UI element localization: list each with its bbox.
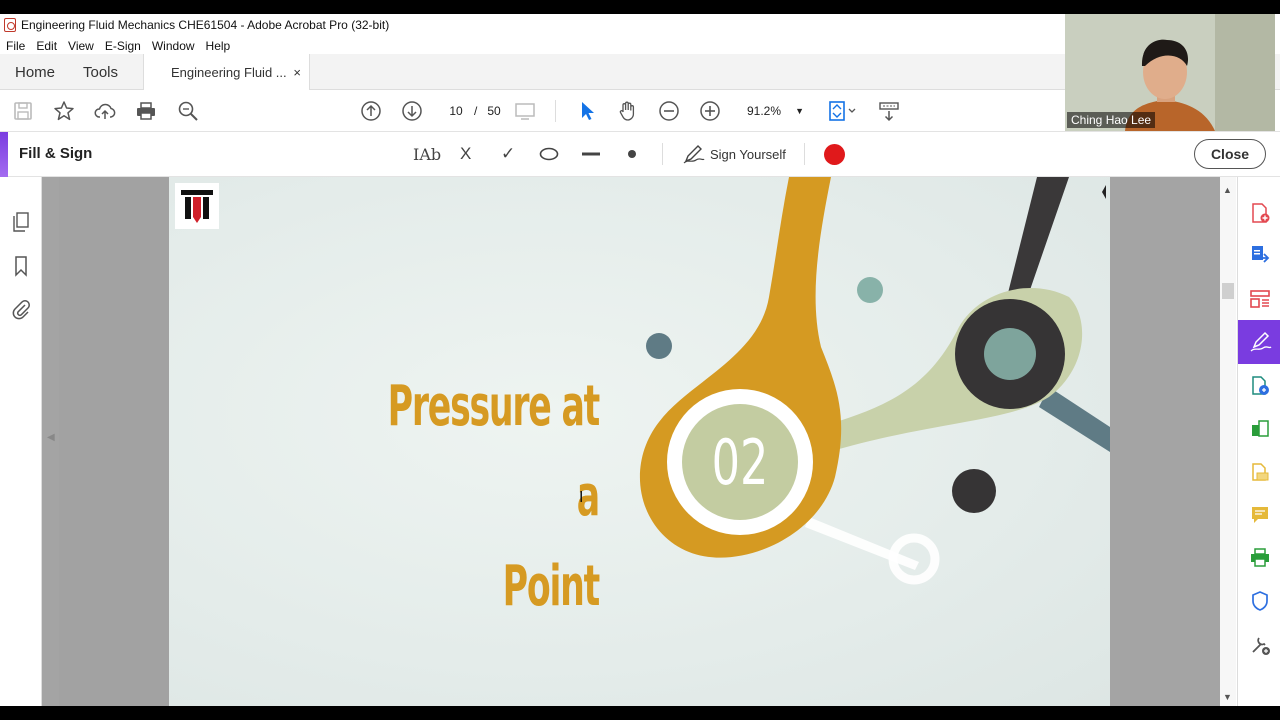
export-pdf-icon[interactable] [1248,243,1272,267]
close-tab-icon[interactable]: × [293,65,301,80]
page-separator: / [474,104,478,118]
protect-icon[interactable] [1248,589,1272,613]
comment-icon[interactable] [1248,503,1272,527]
page-count: / 50 [474,100,501,122]
read-mode-icon[interactable] [877,99,901,123]
slide-title-line-2: Point [502,554,601,619]
window-title: Engineering Fluid Mechanics CHE61504 - A… [21,18,390,32]
slide-title-line-1: Pressure at a [387,374,601,529]
page-thumbnails-icon[interactable] [11,211,31,233]
menu-file[interactable]: File [6,39,25,53]
fit-page-icon[interactable] [826,99,858,123]
circle-tool-icon[interactable] [539,143,559,165]
scroll-down-icon[interactable]: ▼ [1223,692,1232,702]
sign-yourself-button[interactable]: Sign Yourself [683,143,786,165]
tab-home[interactable]: Home [15,54,55,90]
page-number-input[interactable]: 10 [441,100,471,122]
tab-tools[interactable]: Tools [83,54,118,90]
line-tool-icon[interactable] [582,143,600,165]
vertical-scrollbar[interactable]: ▲ ▼ [1220,177,1236,706]
bookmarks-icon[interactable] [11,255,31,277]
menu-edit[interactable]: Edit [36,39,57,53]
find-zoom-icon[interactable] [176,99,200,123]
add-text-icon[interactable]: IAb [413,143,441,165]
menu-esign[interactable]: E-Sign [105,39,141,53]
fill-sign-divider-2 [804,143,805,165]
document-view[interactable]: ◀ 02 Pressure at a Point I [42,177,1220,706]
tab-document-label: Engineering Fluid ... [171,65,287,80]
slide-graphic: 02 [639,177,1110,585]
tools-pane [1237,177,1280,706]
presentation-mode-icon[interactable] [513,99,537,123]
fill-sign-divider [662,143,663,165]
scan-icon[interactable] [1248,460,1272,484]
zoom-level-select[interactable]: 91.2% ▼ [740,100,810,122]
menu-help[interactable]: Help [206,39,231,53]
cloud-upload-icon[interactable] [93,99,117,123]
hand-tool-icon[interactable] [616,99,640,123]
attachments-icon[interactable] [11,298,31,320]
close-fill-sign-button[interactable]: Close [1194,139,1266,169]
previous-page-icon[interactable] [359,99,383,123]
create-pdf-icon[interactable] [1248,201,1272,225]
select-cursor-icon[interactable] [575,99,599,123]
acrobat-app-icon [4,18,16,32]
zoom-out-icon[interactable] [657,99,681,123]
more-tools-icon[interactable] [1248,633,1272,657]
organize-pages-icon[interactable] [1248,287,1272,311]
toolbar-divider [555,100,556,122]
zoom-value: 91.2% [747,104,782,118]
dot-tool-icon[interactable] [627,143,637,165]
slide-title: Pressure at a Point [370,362,601,632]
menu-window[interactable]: Window [152,39,195,53]
participant-name: Ching Hao Lee [1067,112,1156,128]
cross-mark-icon[interactable]: X [460,143,471,165]
section-number: 02 [712,427,769,499]
chevron-down-icon: ▼ [795,106,804,116]
total-pages: 50 [487,104,501,118]
left-navigation-pane [0,177,42,706]
edit-pdf-icon[interactable] [1248,374,1272,398]
menu-view[interactable]: View [68,39,94,53]
text-cursor-icon: I [579,489,584,506]
university-logo [175,183,219,229]
fill-sign-toolbar: Fill & Sign IAb X ✓ Sign Yourself Close [0,132,1280,177]
fill-sign-accent [0,132,8,177]
star-icon[interactable] [52,99,76,123]
sign-yourself-label: Sign Yourself [710,146,786,162]
tab-document[interactable]: Engineering Fluid ... × [143,54,310,91]
zoom-in-icon[interactable] [698,99,722,123]
fill-sign-title: Fill & Sign [19,145,93,162]
next-page-icon[interactable] [400,99,424,123]
scroll-up-icon[interactable]: ▲ [1223,185,1232,195]
pdf-page[interactable]: 02 Pressure at a Point I [169,177,1110,706]
collapse-pane-icon[interactable]: ◀ [47,432,55,443]
webcam-video: Ching Hao Lee [1065,14,1275,131]
save-icon[interactable] [11,99,35,123]
color-picker-button[interactable] [824,144,845,165]
check-mark-icon[interactable]: ✓ [501,143,515,165]
fill-sign-icon[interactable] [1238,320,1280,364]
pen-sign-icon [683,145,705,164]
compress-pdf-icon[interactable] [1248,417,1272,441]
scrollbar-thumb[interactable] [1222,283,1234,299]
print-icon[interactable] [134,99,158,123]
print-production-icon[interactable] [1248,546,1272,570]
page-gutter [59,177,169,706]
menu-bar: File Edit View E-Sign Window Help [0,36,241,56]
